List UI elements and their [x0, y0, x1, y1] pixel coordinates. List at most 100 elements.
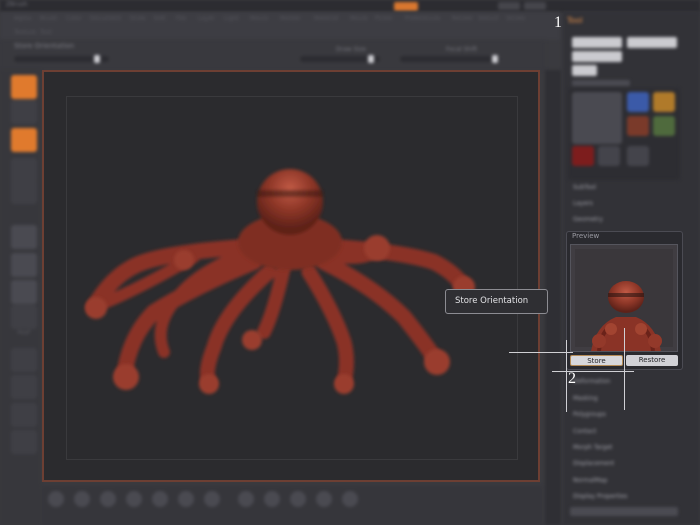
subtool-menu[interactable]: SubTool	[573, 184, 596, 191]
document-bar: Store Orientation Draw Size Focal Shift	[0, 40, 545, 70]
menu-item[interactable]: Draw	[130, 15, 146, 22]
menu-item[interactable]: Color	[66, 15, 82, 22]
solo-button[interactable]	[11, 403, 37, 427]
displacement-menu[interactable]: Displacement	[573, 460, 614, 467]
app-title: ZBrush	[6, 1, 28, 8]
menu-item[interactable]: Document	[90, 15, 121, 22]
xpose-button[interactable]	[11, 430, 37, 454]
title-bar: ZBrush	[0, 0, 700, 12]
menu-item[interactable]: File	[176, 15, 186, 22]
tool-thumbnail[interactable]	[572, 146, 594, 166]
unified-skin-button[interactable]	[570, 507, 678, 516]
callout-guide-line	[509, 352, 573, 353]
brush-icon[interactable]	[264, 491, 280, 507]
menu-item[interactable]: Alpha	[14, 15, 31, 22]
menu-item[interactable]: Texture	[14, 29, 36, 36]
tool-palette-header[interactable]: Tool	[567, 16, 583, 25]
octopus-model[interactable]	[44, 72, 538, 480]
callout-guide-line	[624, 328, 625, 410]
scale-button[interactable]	[11, 158, 37, 182]
document-canvas[interactable]	[42, 70, 540, 482]
polyf-button[interactable]: PolyF	[11, 305, 37, 336]
brush-icon[interactable]	[178, 491, 194, 507]
load-tool-button[interactable]	[572, 37, 622, 48]
display-properties-menu[interactable]: Display Properties	[573, 493, 627, 500]
tool-thumbnail[interactable]	[653, 92, 675, 112]
menu-bar: Alpha Brush Color Document Draw Edit Fil…	[0, 12, 560, 40]
edit-button[interactable]	[11, 75, 37, 99]
slider-thumb[interactable]	[368, 55, 374, 63]
callout-number-2: 2	[568, 370, 576, 387]
brush-icon[interactable]	[342, 491, 358, 507]
layers-menu[interactable]: Layers	[573, 200, 593, 207]
menu-item[interactable]: Layer	[198, 15, 215, 22]
menu-button[interactable]	[524, 2, 546, 10]
save-as-button[interactable]	[627, 37, 677, 48]
callout-guide-line	[566, 340, 567, 412]
draw-button[interactable]	[11, 100, 37, 124]
menu-item[interactable]: Render	[452, 15, 473, 22]
brush-icon[interactable]	[316, 491, 332, 507]
menu-item[interactable]: Marker	[280, 15, 301, 22]
restore-button[interactable]: Restore	[626, 355, 678, 366]
callout-number-1: 1	[554, 14, 562, 31]
tool-thumbnail[interactable]	[627, 146, 649, 166]
menu-item[interactable]: Preferences	[405, 15, 440, 22]
slider-thumb[interactable]	[94, 55, 100, 63]
local-button[interactable]	[11, 253, 37, 277]
tool-thumbnail[interactable]	[653, 116, 675, 136]
callout-guide-line	[552, 371, 634, 372]
focal-shift-slider[interactable]: Focal Shift	[400, 46, 500, 63]
move-button[interactable]	[11, 128, 37, 152]
ghost-button[interactable]	[11, 375, 37, 399]
floor-button[interactable]	[11, 225, 37, 249]
toolbar-label: PolyF	[17, 330, 31, 336]
current-tool-thumbnail[interactable]	[572, 92, 622, 144]
quicksave-button[interactable]	[394, 2, 418, 11]
menu-item[interactable]: Macro	[250, 15, 268, 22]
brush-icon[interactable]	[100, 491, 116, 507]
brush-icon[interactable]	[238, 491, 254, 507]
menu-item[interactable]: Picker	[375, 15, 393, 22]
brush-icon[interactable]	[290, 491, 306, 507]
contact-menu[interactable]: Contact	[573, 428, 596, 435]
lightbox-tools-button[interactable]	[572, 80, 630, 86]
store-button[interactable]: Store	[570, 355, 623, 366]
menu-item[interactable]: Tool	[40, 29, 52, 36]
frame-button[interactable]	[11, 280, 37, 304]
menu-item[interactable]: Brush	[40, 15, 57, 22]
z-intensity-slider[interactable]	[14, 55, 109, 63]
copy-tool-button[interactable]	[572, 51, 622, 62]
store-orientation-tooltip: Store Orientation	[445, 289, 548, 314]
menu-item[interactable]: Movie	[350, 15, 368, 22]
menu-item[interactable]: Material	[314, 15, 338, 22]
brush-icon[interactable]	[74, 491, 90, 507]
slider-thumb[interactable]	[492, 55, 498, 63]
transp-button[interactable]	[11, 348, 37, 372]
sphere-tool-thumbnail[interactable]	[627, 92, 649, 112]
bottom-shelf	[42, 486, 542, 525]
polygroups-menu[interactable]: Polygroups	[573, 411, 606, 418]
rotate-button[interactable]	[11, 180, 37, 204]
left-toolbar: PolyF	[0, 70, 40, 525]
draw-size-slider[interactable]: Draw Size	[300, 46, 380, 63]
brush-icon[interactable]	[152, 491, 168, 507]
tool-thumbnail[interactable]	[598, 146, 620, 166]
brush-icon[interactable]	[48, 491, 64, 507]
brush-icon[interactable]	[204, 491, 220, 507]
slider-label: Draw Size	[336, 46, 366, 53]
normalmap-menu[interactable]: NormalMap	[573, 477, 607, 484]
geometry-menu[interactable]: Geometry	[573, 216, 603, 223]
masking-menu[interactable]: Masking	[573, 395, 598, 402]
menu-item[interactable]: Edit	[154, 15, 166, 22]
tool-thumbnail[interactable]	[627, 116, 649, 136]
menu-item[interactable]: Stroke	[506, 15, 525, 22]
preview-label: Preview	[572, 232, 600, 240]
menu-button[interactable]	[498, 2, 520, 10]
menu-item[interactable]: Light	[224, 15, 239, 22]
menu-item[interactable]: Stencil	[478, 15, 498, 22]
deformation-menu[interactable]: Deformation	[573, 378, 610, 385]
import-button[interactable]	[572, 65, 597, 76]
brush-icon[interactable]	[126, 491, 142, 507]
morph-target-menu[interactable]: Morph Target	[573, 444, 612, 451]
